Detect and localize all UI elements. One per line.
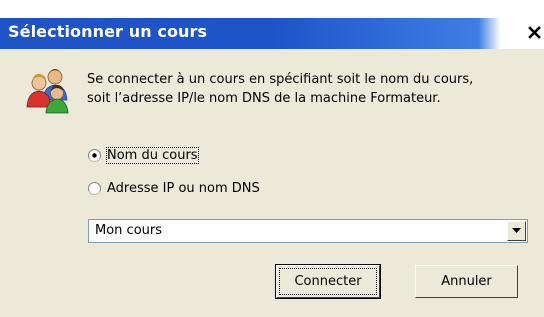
radio-unselected-icon[interactable] bbox=[88, 182, 101, 195]
users-icon bbox=[26, 69, 69, 114]
description-line-2: soit l’adresse IP/le nom DNS de la machi… bbox=[87, 91, 441, 106]
course-select[interactable]: Mon cours bbox=[88, 219, 528, 243]
connect-button[interactable]: Connecter bbox=[275, 264, 381, 299]
title-bar[interactable]: Sélectionner un cours bbox=[0, 18, 544, 49]
dropdown-button[interactable] bbox=[507, 221, 526, 241]
description-line-1: Se connecter à un cours en spécifiant so… bbox=[87, 72, 474, 87]
course-select-value: Mon cours bbox=[95, 223, 162, 238]
chevron-down-icon bbox=[512, 228, 521, 233]
cancel-button[interactable]: Annuler bbox=[415, 265, 518, 298]
radio-selected-icon[interactable] bbox=[88, 149, 101, 162]
close-button[interactable] bbox=[528, 20, 544, 46]
connect-button-label: Connecter bbox=[279, 268, 377, 295]
cancel-button-label: Annuler bbox=[441, 274, 492, 289]
close-icon bbox=[528, 26, 541, 39]
dialog-window: Sélectionner un cours Se connecter à un … bbox=[0, 0, 544, 317]
radio-option-course-name[interactable]: Nom du cours bbox=[88, 147, 199, 164]
description-text: Se connecter à un cours en spécifiant so… bbox=[87, 70, 473, 108]
radio-option-ip-dns[interactable]: Adresse IP ou nom DNS bbox=[88, 181, 260, 196]
radio-label-ip-dns: Adresse IP ou nom DNS bbox=[107, 181, 260, 196]
window-title: Sélectionner un cours bbox=[8, 22, 208, 41]
radio-label-course-name: Nom du cours bbox=[106, 147, 199, 164]
